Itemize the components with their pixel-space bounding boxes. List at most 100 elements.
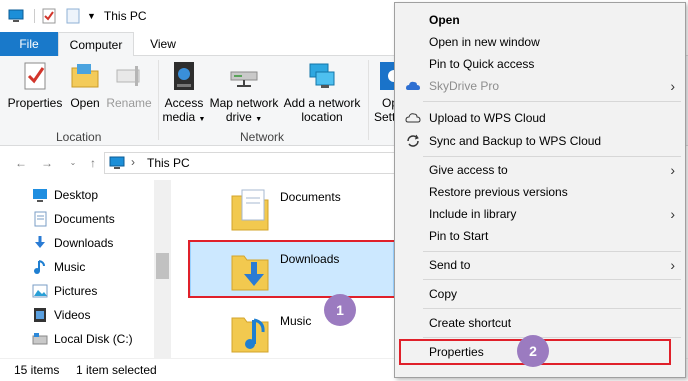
menu-item-give-access-to[interactable]: Give access to › (395, 159, 685, 181)
menu-separator (423, 251, 681, 252)
forward-arrow-icon[interactable]: → (40, 156, 54, 170)
videos-icon (34, 308, 46, 322)
recent-locations-icon[interactable]: ⌄ (66, 156, 80, 170)
cloud-upload-icon (405, 113, 421, 123)
menu-separator (423, 279, 681, 280)
this-pc-icon (8, 9, 24, 22)
step-badge-1: 1 (324, 294, 356, 326)
downloads-red-highlight (188, 240, 396, 298)
tab-view[interactable]: View (142, 32, 184, 56)
submenu-arrow-icon: › (670, 78, 675, 94)
access-media-label-1: Access (164, 96, 204, 110)
nav-item-label: Local Disk (C:) (54, 332, 133, 346)
access-media-label-2: media (162, 110, 196, 124)
this-pc-icon (109, 156, 125, 169)
folder-documents[interactable]: Documents (230, 186, 341, 232)
open-label: Open (70, 96, 100, 110)
properties-button[interactable]: Properties (6, 60, 64, 110)
nav-item-desktop[interactable]: Desktop (32, 184, 98, 206)
item-count: 15 items (14, 363, 60, 377)
up-arrow-icon[interactable]: ↑ (86, 156, 100, 170)
nav-pane-scrollbar[interactable] (154, 180, 171, 358)
menu-item-sync-and-backup[interactable]: Sync and Backup to WPS Cloud (395, 130, 685, 152)
step-badge-2: 2 (517, 335, 549, 367)
local-disk-icon (32, 333, 48, 345)
nav-item-local-disk[interactable]: Local Disk (C:) (32, 328, 133, 350)
menu-separator (423, 101, 681, 102)
nav-item-downloads[interactable]: Downloads (32, 232, 113, 254)
music-folder-icon (231, 317, 269, 353)
menu-item-send-to[interactable]: Send to › (395, 254, 685, 276)
menu-item-label: Sync and Backup to WPS Cloud (429, 134, 602, 148)
menu-item-open[interactable]: Open (395, 9, 685, 31)
navigation-pane: Desktop Documents Downloads Music Pictur… (0, 180, 172, 358)
nav-item-documents[interactable]: Documents (32, 208, 115, 230)
folder-label: Music (280, 314, 312, 328)
menu-item-upload-to-wps-cloud[interactable]: Upload to WPS Cloud (395, 107, 685, 129)
nav-item-label: Music (54, 260, 86, 274)
desktop-icon (33, 189, 47, 202)
folder-label: Documents (280, 190, 341, 204)
menu-item-skydrive-pro[interactable]: SkyDrive Pro › (395, 75, 685, 97)
network-group-label: Network (240, 130, 285, 144)
music-icon (34, 260, 45, 274)
documents-icon (34, 211, 47, 227)
open-button[interactable]: Open (66, 60, 104, 110)
menu-item-include-in-library[interactable]: Include in library › (395, 203, 685, 225)
back-arrow-icon[interactable]: ← (14, 156, 28, 170)
add-network-location-icon (309, 63, 335, 88)
dropdown-caret-icon: ▼ (255, 116, 263, 123)
window-title: This PC (103, 9, 147, 23)
skydrive-icon (406, 81, 420, 90)
map-network-drive-icon (230, 71, 258, 87)
tab-file[interactable]: File (0, 32, 58, 56)
new-folder-qat-icon[interactable] (65, 8, 81, 24)
rename-label: Rename (106, 96, 152, 110)
address-path[interactable]: This PC (147, 156, 190, 170)
submenu-arrow-icon: › (670, 206, 675, 222)
add-network-location-label-1: Add a network (283, 96, 361, 110)
map-network-drive-button[interactable]: Map network drive ▼ (208, 60, 280, 127)
menu-item-pin-to-start[interactable]: Pin to Start (395, 225, 685, 247)
menu-item-open-in-new-window[interactable]: Open in new window (395, 31, 685, 53)
qat-separator (34, 9, 35, 23)
open-settings-label-2: Sett (374, 110, 396, 124)
qat-dropdown-icon[interactable]: ▼ (87, 11, 96, 21)
access-media-button[interactable]: Access media ▼ (162, 60, 206, 127)
nav-item-label: Desktop (54, 188, 99, 202)
menu-item-label: SkyDrive Pro (429, 79, 500, 93)
map-network-drive-label-2: drive (225, 110, 252, 124)
menu-separator (423, 337, 681, 338)
add-network-location-label-2: location (301, 110, 343, 124)
submenu-arrow-icon: › (670, 162, 675, 178)
address-bar[interactable]: › This PC (104, 152, 404, 174)
menu-item-label: Send to (429, 258, 471, 272)
menu-item-label: Give access to (429, 163, 508, 177)
breadcrumb-separator-icon[interactable]: › (131, 155, 135, 169)
nav-item-videos[interactable]: Videos (32, 304, 90, 326)
nav-item-label: Downloads (54, 236, 114, 250)
properties-qat-icon[interactable] (41, 8, 57, 24)
submenu-arrow-icon: › (670, 257, 675, 273)
menu-item-label: Upload to WPS Cloud (429, 111, 546, 125)
rename-button[interactable]: Rename (106, 60, 152, 110)
map-network-drive-label-1: Map network (209, 96, 279, 110)
tab-computer[interactable]: Computer (58, 32, 134, 57)
dropdown-caret-icon: ▼ (198, 116, 206, 123)
scrollbar-thumb[interactable] (156, 253, 169, 279)
nav-item-pictures[interactable]: Pictures (32, 280, 97, 302)
folder-music[interactable]: Music (230, 310, 311, 356)
menu-item-restore-previous-versions[interactable]: Restore previous versions (395, 181, 685, 203)
open-settings-button[interactable]: Op Sett (372, 60, 396, 124)
nav-item-music[interactable]: Music (32, 256, 85, 278)
downloads-icon (35, 236, 45, 248)
open-icon (71, 64, 99, 88)
context-menu: Open Open in new window Pin to Quick acc… (394, 2, 686, 378)
add-network-location-button[interactable]: Add a network location (282, 60, 362, 124)
menu-item-copy[interactable]: Copy (395, 283, 685, 305)
menu-item-label: Include in library (429, 207, 517, 221)
menu-item-create-shortcut[interactable]: Create shortcut (395, 312, 685, 334)
menu-separator (423, 156, 681, 157)
menu-item-pin-to-quick-access[interactable]: Pin to Quick access (395, 53, 685, 75)
properties-icon (24, 62, 46, 90)
